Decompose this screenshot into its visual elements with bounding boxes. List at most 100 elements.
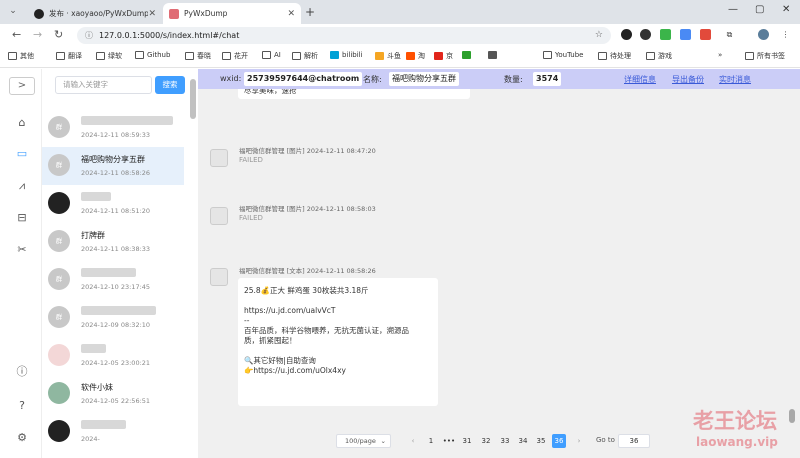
new-tab-button[interactable]: + [305,5,315,19]
bookmark-item[interactable]: 春晓 [185,51,211,61]
folder-icon [543,51,552,59]
tab-pywxdump[interactable]: PyWxDump ✕ [163,3,301,24]
forward-icon[interactable]: → [33,28,42,41]
bookmark-item[interactable]: 其他 [8,51,34,61]
extension-icon[interactable] [640,29,651,40]
extension-icon[interactable] [700,29,711,40]
contact-item[interactable]: 2024-12-05 23:00:21 [42,337,184,375]
search-button[interactable]: 搜索 [155,76,185,94]
tools-icon[interactable]: ⊟ [15,211,29,225]
address-bar[interactable]: ⓘ 127.0.0.1:5000/s/index.html#/chat ☆ [77,27,611,44]
page-button[interactable]: 31 [460,434,474,448]
bookmark-item[interactable] [488,51,500,59]
bookmark-item[interactable]: 翻译 [56,51,82,61]
page-button[interactable]: 35 [534,434,548,448]
bookmark-star-icon[interactable]: ☆ [595,30,603,40]
contact-item[interactable]: 群 2024-12-11 08:59:33 [42,109,184,147]
bookmark-item[interactable]: bilibili [330,51,363,59]
bookmark-item[interactable]: Github [135,51,170,59]
contact-item-selected[interactable]: 群 福吧购物分享五群 2024-12-11 08:58:26 [42,147,184,185]
extensions-puzzle-icon[interactable]: ⧉ [724,29,735,40]
message-area: 尽享美味，速抢 福吧微信群管理 [图片] 2024-12-11 08:47:20… [198,89,800,428]
page-button[interactable]: 34 [516,434,530,448]
folder-icon [222,52,231,60]
page-button[interactable]: 1 [424,434,438,448]
page-button-current[interactable]: 36 [552,434,566,448]
details-link[interactable]: 详细信息 [624,74,656,85]
more-bookmarks-icon[interactable]: » [718,51,722,59]
chat-icon[interactable]: ▭ [15,147,29,161]
browser-tabstrip: ⌄ 发布 · xaoyaoo/PyWxDump ✕ PyWxDump ✕ + —… [0,0,800,24]
contact-item[interactable]: 群 2024-12-09 08:32:10 [42,299,184,337]
maximize-icon[interactable]: ▢ [755,4,764,15]
folder-icon [292,52,301,60]
contact-item[interactable]: 群 2024-12-10 23:17:45 [42,261,184,299]
search-input[interactable]: 请输入关键字 [55,76,152,94]
scissors-icon[interactable]: ✂ [15,243,29,257]
contact-item[interactable]: 软件小妹 2024-12-05 22:56:51 [42,375,184,413]
contact-time: 2024- [81,435,100,443]
export-backup-link[interactable]: 导出备份 [672,74,704,85]
tab-search-icon[interactable]: ⌄ [6,6,20,20]
chat-panel: wxid: 25739597644@chatroom 名称: 福吧购物分享五群 … [198,69,800,458]
bookmark-item[interactable]: 解析 [292,51,318,61]
bookmark-item[interactable]: 京 [434,51,453,61]
home-icon[interactable]: ⌂ [15,116,29,130]
close-window-icon[interactable]: ✕ [782,4,790,15]
contact-item[interactable]: 2024-12-11 08:51:20 [42,185,184,223]
close-tab-icon[interactable]: ✕ [148,9,156,19]
shield-extension-icon[interactable] [660,29,671,40]
settings-gear-icon[interactable]: ⚙ [15,431,29,445]
all-bookmarks[interactable]: 所有书签 [745,51,785,61]
help-icon[interactable]: ? [15,399,29,413]
stats-chart-icon[interactable]: ⩘ [15,179,29,193]
minimize-icon[interactable]: — [728,4,738,15]
close-tab-icon[interactable]: ✕ [287,9,295,19]
next-page-icon[interactable]: › [572,434,586,448]
message-meta: 福吧微信群管理 [图片] 2024-12-11 08:58:03 [239,205,376,213]
extension-icon[interactable] [680,29,691,40]
more-menu-icon[interactable]: ⋮ [780,29,791,40]
contact-time: 2024-12-10 23:17:45 [81,283,151,291]
reload-icon[interactable]: ↻ [54,28,63,41]
avatar: 群 [48,268,70,290]
profile-avatar-icon[interactable] [758,29,769,40]
page-button[interactable]: 33 [498,434,512,448]
collapse-toggle-button[interactable]: > [9,77,35,95]
extension-icon[interactable] [621,29,632,40]
goto-page-input[interactable]: 36 [618,434,650,448]
bookmark-item[interactable]: YouTube [543,51,583,59]
page-ellipsis[interactable]: ••• [442,434,456,448]
page-button[interactable]: 32 [479,434,493,448]
contact-name [81,344,106,353]
folder-icon [96,52,105,60]
wxid-value: 25739597644@chatroom [244,72,363,86]
image-failed-text: FAILED [239,214,263,222]
page-size-select[interactable]: 100/page ⌄ [336,434,391,448]
folder-icon [262,51,271,59]
bookmark-item[interactable]: 花开 [222,51,248,61]
contact-name [81,306,156,315]
realtime-messages-link[interactable]: 实时消息 [719,74,751,85]
message-line [244,346,432,356]
contact-item[interactable]: 2024- [42,413,184,451]
prev-page-icon[interactable]: ‹ [406,434,420,448]
info-icon[interactable]: ⓘ [15,365,29,379]
message-scrollbar[interactable] [788,89,796,428]
site-info-icon[interactable]: ⓘ [85,30,93,41]
contact-time: 2024-12-11 08:59:33 [81,131,151,139]
bookmark-item[interactable]: 绿软 [96,51,122,61]
contact-list-scrollbar[interactable] [190,79,196,119]
contact-name [81,420,126,429]
contact-item[interactable]: 群 打牌群 2024-12-11 08:38:33 [42,223,184,261]
browser-toolbar: ← → ↻ ⓘ 127.0.0.1:5000/s/index.html#/cha… [0,24,800,47]
bookmark-item[interactable]: 游戏 [646,51,672,61]
bookmark-item[interactable]: 淘 [406,51,425,61]
bookmark-item[interactable]: 斗鱼 [375,51,401,61]
bookmark-item[interactable]: 待处理 [598,51,631,61]
bookmark-item[interactable]: AI [262,51,281,59]
tab-github[interactable]: 发布 · xaoyaoo/PyWxDump ✕ [28,3,162,24]
bookmark-item[interactable] [462,51,474,59]
count-label: 数量: [504,75,523,84]
back-icon[interactable]: ← [12,28,21,41]
